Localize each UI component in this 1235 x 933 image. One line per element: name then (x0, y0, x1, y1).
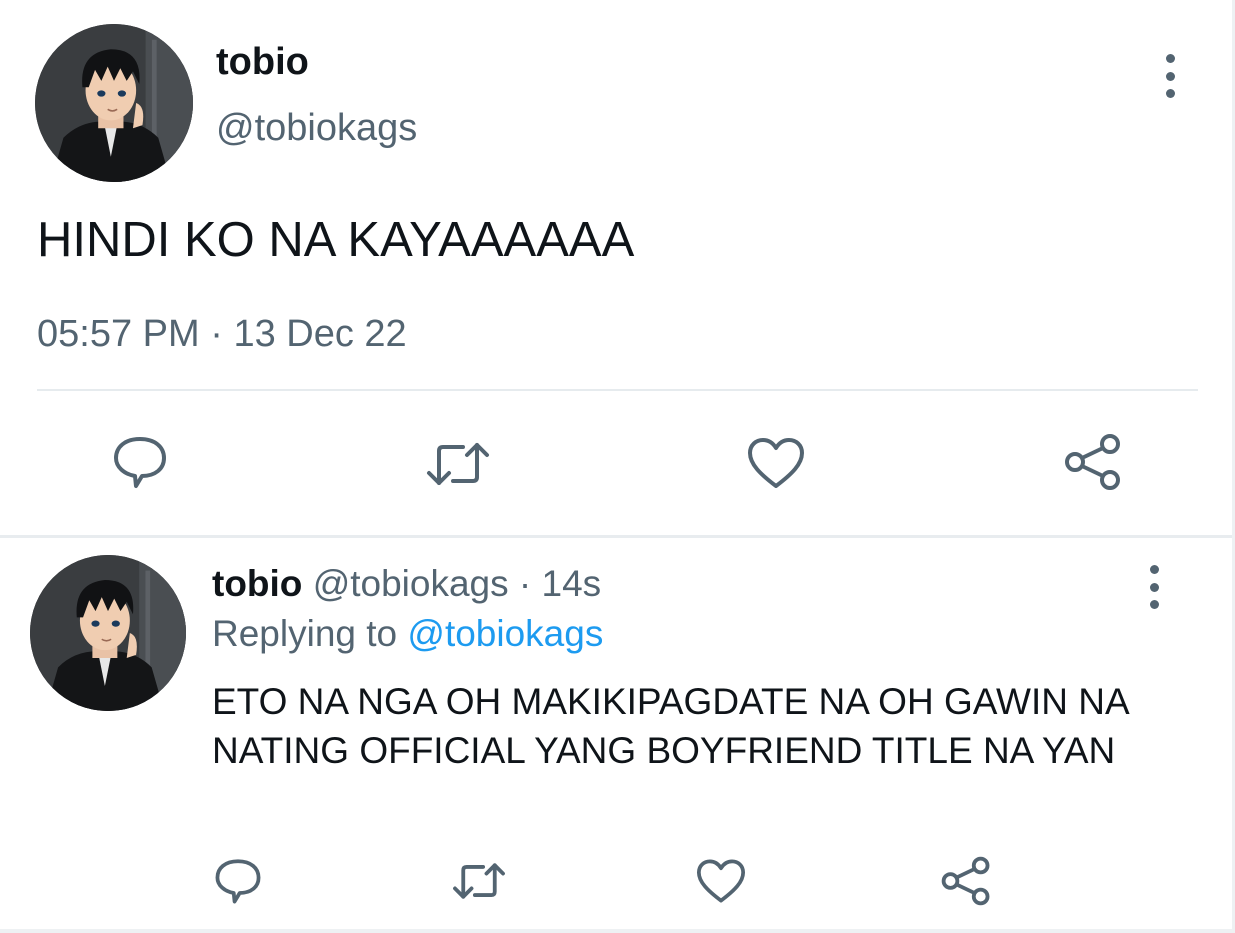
reply-retweet-button[interactable] (449, 858, 509, 904)
reply-reply-button[interactable] (212, 856, 264, 906)
more-vertical-icon (1165, 54, 1175, 63)
reply-icon (215, 859, 261, 904)
bottom-border (0, 929, 1235, 933)
more-vertical-icon (1149, 565, 1159, 574)
retweet-button[interactable] (422, 436, 494, 492)
like-icon (696, 859, 746, 903)
reply-button[interactable] (108, 432, 172, 492)
reply-tweet-text: ETO NA NGA OH MAKIKIPAGDATE NA OH GAWIN … (212, 681, 1128, 771)
more-vertical-icon-dot (1165, 71, 1175, 81)
replying-to-handle-link[interactable]: @tobiokags (407, 613, 603, 654)
reply-separator: · (518, 563, 532, 604)
anime-profile-avatar-icon (30, 555, 186, 711)
reply-icon (114, 437, 166, 488)
tweet-timestamp[interactable]: 05:57 PM · 13 Dec 22 (37, 312, 407, 356)
more-vertical-icon-dot (1149, 600, 1159, 609)
divider (37, 389, 1198, 391)
replying-to: Replying to @tobiokags (212, 612, 603, 656)
reply-share-button[interactable] (938, 855, 994, 907)
display-name[interactable]: tobio (216, 40, 309, 84)
share-icon (941, 856, 990, 906)
reply-user-handle[interactable]: @tobiokags (313, 563, 509, 604)
tweet-time: 05:57 PM (37, 313, 200, 355)
retweet-icon (453, 863, 505, 899)
reply-header: tobio @tobiokags · 14s (212, 562, 601, 606)
reply-age[interactable]: 14s (542, 563, 602, 604)
anime-profile-avatar-icon (35, 24, 193, 182)
replying-to-label: Replying to (212, 613, 398, 654)
tweet-date: 13 Dec 22 (233, 313, 407, 355)
main-tweet: tobio @tobiokags HINDI KO NA KAYAAAAAA 0… (0, 0, 1235, 535)
like-button[interactable] (744, 434, 808, 492)
avatar[interactable] (35, 24, 193, 182)
reply-avatar[interactable] (30, 555, 186, 711)
share-icon (1065, 434, 1120, 490)
like-icon (748, 438, 804, 488)
more-vertical-icon-dot (1165, 89, 1175, 98)
tweet-text: HINDI KO NA KAYAAAAAA (37, 213, 635, 267)
more-options-button[interactable] (1156, 54, 1184, 98)
reply-display-name[interactable]: tobio (212, 563, 302, 604)
user-handle[interactable]: @tobiokags (216, 106, 417, 150)
reply-more-options-button[interactable] (1140, 565, 1168, 609)
retweet-icon (427, 443, 489, 485)
tweet-divider (0, 535, 1235, 538)
reply-like-button[interactable] (694, 857, 748, 905)
share-button[interactable] (1060, 432, 1126, 492)
more-vertical-icon-dot (1149, 582, 1159, 592)
meta-separator: · (210, 313, 223, 355)
